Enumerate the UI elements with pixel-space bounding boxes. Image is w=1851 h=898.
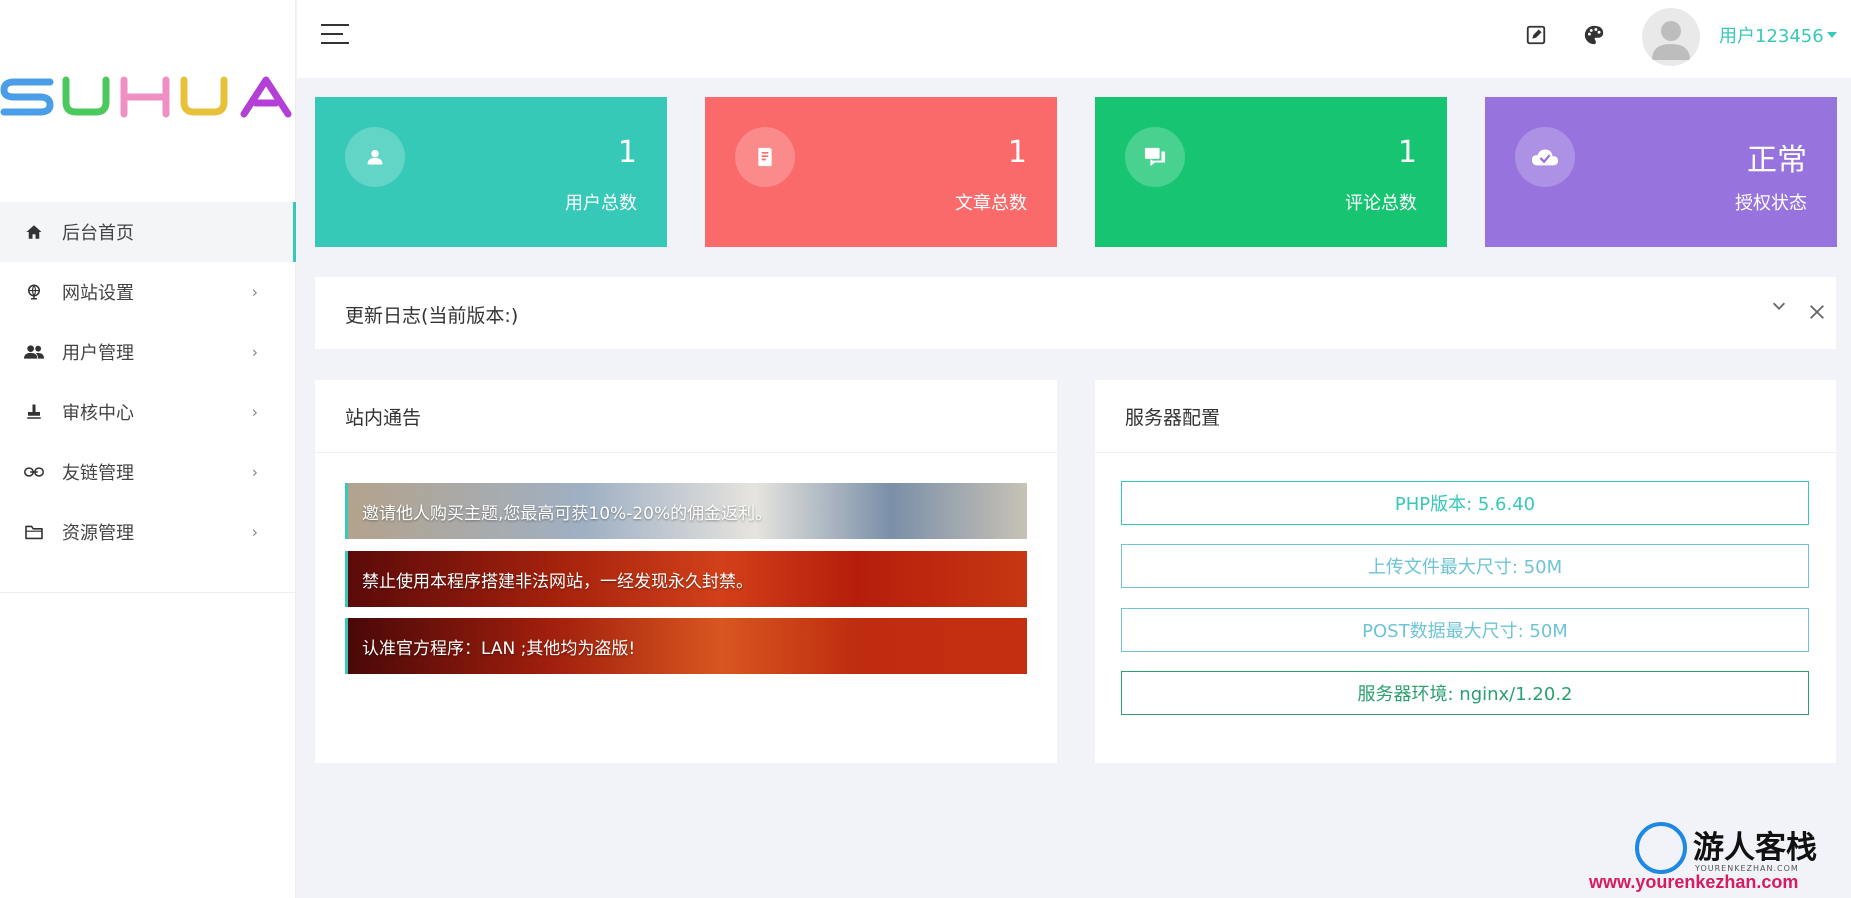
- stat-label: 用户总数: [565, 193, 637, 214]
- chevron-right-icon: ›: [251, 282, 258, 302]
- brand-logo[interactable]: [0, 70, 296, 125]
- stat-label: 文章总数: [955, 193, 1027, 214]
- update-log-panel: 更新日志(当前版本:): [315, 277, 1836, 349]
- sidebar-nav: 后台首页 网站设置 › 用户管理 › 审核中心 › 友链管理 › 资源管理 ›: [0, 202, 296, 562]
- globe-icon: [24, 282, 44, 302]
- sidebar-item-review-center[interactable]: 审核中心 ›: [0, 382, 296, 442]
- stat-card-license: 正常 授权状态: [1485, 97, 1837, 247]
- menu-toggle-icon[interactable]: [321, 24, 349, 48]
- stat-card-users: 1 用户总数: [315, 97, 667, 247]
- article-icon: [735, 127, 795, 187]
- stat-card-comments: 1 评论总数: [1095, 97, 1447, 247]
- stat-value: 正常: [1747, 143, 1807, 178]
- stat-value: 1: [617, 135, 637, 170]
- sidebar-item-label: 友链管理: [62, 463, 134, 484]
- chevron-right-icon: ›: [251, 342, 258, 362]
- palette-icon[interactable]: [1583, 24, 1607, 48]
- watermark-title: 游人客栈: [1693, 830, 1817, 866]
- chevron-right-icon: ›: [251, 522, 258, 542]
- sidebar-item-label: 资源管理: [62, 523, 134, 544]
- chevron-right-icon: ›: [251, 402, 258, 422]
- stat-value: 1: [1397, 135, 1417, 170]
- folder-icon: [24, 522, 44, 542]
- server-env-item: 服务器环境: nginx/1.20.2: [1121, 671, 1809, 715]
- notice-item[interactable]: 认准官方程序：LAN ;其他均为盗版!: [345, 618, 1027, 674]
- sidebar-item-dashboard[interactable]: 后台首页: [0, 202, 296, 262]
- comment-icon: [1125, 127, 1185, 187]
- close-icon[interactable]: [1808, 303, 1826, 321]
- caret-down-icon[interactable]: [1827, 32, 1837, 38]
- sidebar-item-label: 网站设置: [62, 283, 134, 304]
- notices-title: 站内通告: [315, 380, 1057, 453]
- watermark: 游人客栈 YOURENKEZHAN.COM www.yourenkezhan.c…: [1589, 822, 1851, 898]
- server-config-panel: 服务器配置 PHP版本: 5.6.40 上传文件最大尺寸: 50M POST数据…: [1095, 380, 1836, 763]
- sidebar-item-label: 审核中心: [62, 403, 134, 424]
- chevron-down-icon[interactable]: [1770, 297, 1788, 315]
- avatar[interactable]: [1642, 8, 1700, 66]
- update-log-title: 更新日志(当前版本:): [345, 305, 519, 327]
- edit-icon[interactable]: [1525, 24, 1549, 48]
- stat-label: 授权状态: [1735, 193, 1807, 214]
- sidebar-item-friend-links[interactable]: 友链管理 ›: [0, 442, 296, 502]
- sidebar: 后台首页 网站设置 › 用户管理 › 审核中心 › 友链管理 › 资源管理 ›: [0, 0, 296, 898]
- link-icon: [24, 462, 44, 482]
- sidebar-item-user-management[interactable]: 用户管理 ›: [0, 322, 296, 382]
- sidebar-divider: [0, 592, 296, 593]
- post-max-size-item: POST数据最大尺寸: 50M: [1121, 608, 1809, 652]
- top-header: 用户123456: [297, 0, 1851, 78]
- server-config-title: 服务器配置: [1095, 380, 1836, 453]
- notice-item[interactable]: 禁止使用本程序搭建非法网站，一经发现永久封禁。: [345, 551, 1027, 607]
- upload-max-size-item: 上传文件最大尺寸: 50M: [1121, 544, 1809, 588]
- php-version-item: PHP版本: 5.6.40: [1121, 481, 1809, 525]
- stamp-icon: [24, 402, 44, 422]
- sidebar-item-label: 用户管理: [62, 343, 134, 364]
- user-icon: [345, 127, 405, 187]
- sidebar-item-site-settings[interactable]: 网站设置 ›: [0, 262, 296, 322]
- chevron-right-icon: ›: [251, 462, 258, 482]
- notice-item[interactable]: 邀请他人购买主题,您最高可获10%-20%的佣金返利。: [345, 483, 1027, 539]
- sidebar-item-resources[interactable]: 资源管理 ›: [0, 502, 296, 562]
- stat-value: 1: [1007, 135, 1027, 170]
- user-name-dropdown[interactable]: 用户123456: [1719, 22, 1824, 48]
- watermark-url: www.yourenkezhan.com: [1589, 872, 1799, 892]
- stat-label: 评论总数: [1345, 193, 1417, 214]
- stat-card-articles: 1 文章总数: [705, 97, 1057, 247]
- sidebar-item-label: 后台首页: [62, 223, 134, 244]
- home-icon: [24, 222, 44, 242]
- watermark-logo-icon: [1635, 822, 1687, 874]
- users-icon: [24, 342, 44, 362]
- cloud-check-icon: [1515, 127, 1575, 187]
- notices-panel: 站内通告 邀请他人购买主题,您最高可获10%-20%的佣金返利。 禁止使用本程序…: [315, 380, 1057, 763]
